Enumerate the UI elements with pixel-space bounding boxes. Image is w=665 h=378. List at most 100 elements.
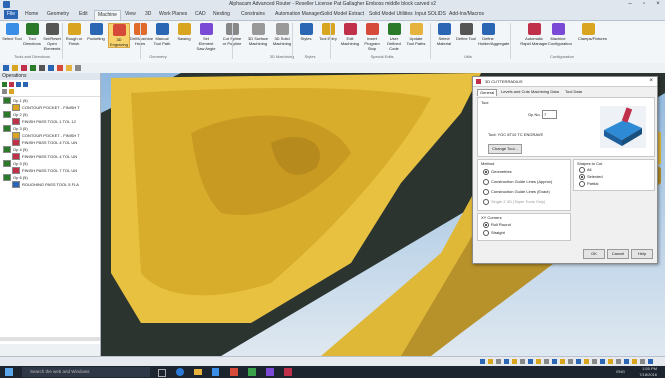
menu-tab-3d[interactable]: 3D xyxy=(142,10,154,19)
redo-icon[interactable] xyxy=(66,65,72,71)
menu-tab-cad[interactable]: CAD xyxy=(192,10,209,19)
operation-group[interactable]: Op 1 (5) xyxy=(0,97,100,104)
operation-group[interactable]: Op 5 (5) xyxy=(0,160,100,167)
status-toggle-icon[interactable] xyxy=(632,359,637,364)
operation-item[interactable]: FINISH PASS TOOL 4 TOL UN xyxy=(0,153,100,160)
ribbon-button-3d-engraving[interactable]: 3D Engraving xyxy=(108,23,130,48)
operation-group[interactable]: Op 2 (5) xyxy=(0,111,100,118)
copy-icon[interactable] xyxy=(39,65,45,71)
ribbon-button-tool-entry[interactable]: Tool Entry xyxy=(318,23,338,41)
taskbar-search[interactable]: Search the web and Windows xyxy=(22,367,150,377)
status-toggle-icon[interactable] xyxy=(504,359,509,364)
status-toggle-icon[interactable] xyxy=(616,359,621,364)
status-toggle-icon[interactable] xyxy=(576,359,581,364)
task-view-icon[interactable] xyxy=(158,369,166,377)
operation-item[interactable]: FINISH PASS TOOL 1 TOL 12 xyxy=(0,118,100,125)
op-no-input[interactable]: 7 xyxy=(542,110,557,119)
dialog-tab-levels-and-cuts[interactable]: Levels and Cuts xyxy=(499,89,532,95)
menu-tab-solid-model-utilities[interactable]: Solid Model Utilities xyxy=(366,10,416,19)
corner-radio[interactable] xyxy=(483,230,489,236)
open-icon[interactable] xyxy=(12,65,18,71)
status-toggle-icon[interactable] xyxy=(584,359,589,364)
status-toggle-icon[interactable] xyxy=(528,359,533,364)
visibility-icon[interactable] xyxy=(2,89,7,94)
ribbon-button-clamps-fixtures[interactable]: Clamps/Fixtures xyxy=(578,23,607,41)
ribbon-button-styles[interactable]: Styles xyxy=(296,23,316,41)
corner-radio[interactable] xyxy=(483,222,489,228)
status-toggle-icon[interactable] xyxy=(592,359,597,364)
close-button[interactable]: × xyxy=(651,0,665,9)
save-icon[interactable] xyxy=(48,65,54,71)
operation-item[interactable]: CONTOUR POCKET - FINISH T xyxy=(0,132,100,139)
ribbon-button-manual-tool-path[interactable]: Manual Tool Path xyxy=(152,23,172,46)
delete-icon[interactable] xyxy=(21,65,27,71)
method-radio[interactable] xyxy=(483,179,489,185)
ok-button[interactable]: OK xyxy=(583,249,605,259)
status-toggle-icon[interactable] xyxy=(552,359,557,364)
menu-tab-nesting[interactable]: Nesting xyxy=(210,10,233,19)
menu-tab-automation-manager[interactable]: Automation Manager xyxy=(272,10,324,19)
status-toggle-icon[interactable] xyxy=(520,359,525,364)
move-up-icon[interactable] xyxy=(16,82,21,87)
shape-radio[interactable] xyxy=(579,181,585,187)
ribbon-button-select-material[interactable]: Select Material xyxy=(434,23,454,46)
dialog-tab-tool-data[interactable]: Tool Data xyxy=(563,89,584,95)
ribbon-button-edit-machining[interactable]: Edit Machining xyxy=(340,23,360,46)
menu-tab-machine[interactable]: Machine xyxy=(94,10,121,20)
ribbon-button-automatic-rapid-manager[interactable]: Automatic Rapid Manager xyxy=(520,23,548,46)
taskbar-clock[interactable]: 1:55 PM 7/18/2016 xyxy=(639,366,657,378)
move-down-icon[interactable] xyxy=(23,82,28,87)
method-radio[interactable] xyxy=(483,189,489,195)
ribbon-button-select-tool[interactable]: Select Tool xyxy=(2,23,22,41)
menu-tab-view[interactable]: View xyxy=(122,10,139,19)
status-toggle-icon[interactable] xyxy=(536,359,541,364)
status-toggle-icon[interactable] xyxy=(512,359,517,364)
ribbon-button-update-tool-paths[interactable]: Update Tool Paths xyxy=(406,23,426,46)
ribbon-button-set-reset-open-elements[interactable]: Set/Reset Open Elements xyxy=(42,23,62,51)
delete-icon[interactable] xyxy=(9,82,14,87)
ribbon-button-sawing[interactable]: Sawing xyxy=(174,23,194,41)
start-icon[interactable] xyxy=(5,368,13,376)
menu-tab-geometry[interactable]: Geometry xyxy=(44,10,72,19)
menu-tab-input-solids[interactable]: Input SOLIDS xyxy=(412,10,449,19)
status-toggle-icon[interactable] xyxy=(496,359,501,364)
status-toggle-icon[interactable] xyxy=(544,359,549,364)
dialog-close-button[interactable]: × xyxy=(649,77,653,86)
status-toggle-icon[interactable] xyxy=(480,359,485,364)
ribbon-button-rough-or-finish[interactable]: Rough or Finish xyxy=(64,23,84,46)
menu-tab-work-planes[interactable]: Work Planes xyxy=(156,10,190,19)
ribbon-button-define-holder-aggregate[interactable]: Define Holder/Aggregate xyxy=(478,23,509,46)
undo-icon[interactable] xyxy=(57,65,63,71)
menu-tab-edit[interactable]: Edit xyxy=(76,10,91,19)
status-toggle-icon[interactable] xyxy=(624,359,629,364)
zoom-icon[interactable] xyxy=(75,65,81,71)
ribbon-button-insert-program-stop[interactable]: Insert Program Stop xyxy=(362,23,382,51)
status-toggle-icon[interactable] xyxy=(560,359,565,364)
app-icon-3[interactable] xyxy=(266,368,274,376)
menu-tab-home[interactable]: Home xyxy=(22,10,41,19)
change-tool-button[interactable]: Change Tool... xyxy=(488,144,522,154)
cut-icon[interactable] xyxy=(30,65,36,71)
status-toggle-icon[interactable] xyxy=(488,359,493,364)
method-radio[interactable] xyxy=(483,169,489,175)
ribbon-button-3d-surface-machining[interactable]: 3D Surface Machining xyxy=(248,23,268,46)
dialog-tab-general[interactable]: General xyxy=(477,89,498,96)
minimize-button[interactable]: – xyxy=(623,0,637,9)
help-button[interactable]: Help xyxy=(631,249,653,259)
add-icon[interactable] xyxy=(2,82,7,87)
ribbon-button-3d-solid-machining[interactable]: 3D Solid Machining xyxy=(272,23,292,46)
new-icon[interactable] xyxy=(3,65,9,71)
method-radio[interactable] xyxy=(483,199,489,205)
shape-radio[interactable] xyxy=(579,174,585,180)
maximize-button[interactable]: ▫ xyxy=(637,0,651,9)
shape-radio[interactable] xyxy=(579,167,585,173)
alphacam-icon[interactable] xyxy=(230,368,238,376)
ribbon-button-define-tool[interactable]: Define Tool xyxy=(456,23,476,41)
operation-group[interactable]: Op 3 (5) xyxy=(0,125,100,132)
operation-group[interactable]: Op 6 (5) xyxy=(0,174,100,181)
menu-tab-solid-model-extract[interactable]: Solid Model Extract xyxy=(318,10,367,19)
cancel-button[interactable]: Cancel xyxy=(607,249,629,259)
status-toggle-icon[interactable] xyxy=(608,359,613,364)
operations-scrollbar[interactable] xyxy=(0,337,100,341)
menu-tab-constrains[interactable]: Constrains xyxy=(238,10,268,19)
